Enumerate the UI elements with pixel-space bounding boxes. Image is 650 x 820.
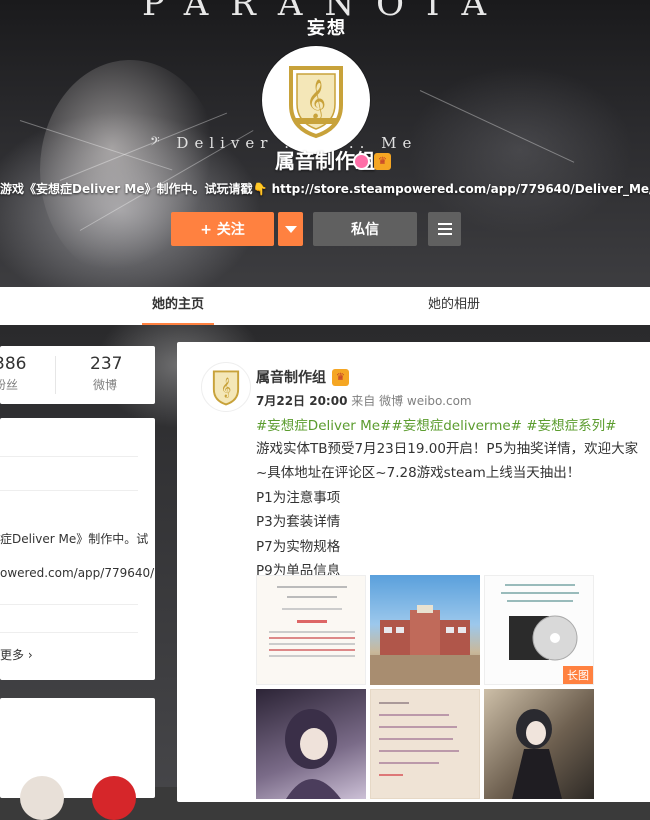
- follow-dropdown-button[interactable]: [278, 212, 303, 246]
- banner-logo-text: 妄想: [307, 18, 347, 39]
- topic-link[interactable]: #妄想症系列#: [526, 418, 616, 434]
- feed-post-card: 𝄞 属音制作组 ♛ 7月22日 20:00 来自 微博 weibo.com #妄…: [177, 342, 650, 802]
- message-button[interactable]: 私信: [313, 212, 417, 246]
- post-text-line: P1为注意事项: [256, 490, 341, 506]
- name-badges: ♛: [353, 153, 391, 170]
- source-prefix: 来自: [347, 394, 380, 408]
- notice-sheet-image: [269, 586, 355, 657]
- profile-avatar[interactable]: 𝄞: [262, 46, 370, 154]
- post-image-list[interactable]: [370, 689, 480, 799]
- profile-info-card: 症Deliver Me》制作中。试 owered.com/app/779640/…: [0, 418, 155, 680]
- long-image-badge: 长图: [563, 666, 593, 684]
- followed-card: [0, 698, 155, 820]
- post-meta: 7月22日 20:00 来自 微博 weibo.com: [256, 392, 472, 409]
- more-menu-button[interactable]: [428, 212, 461, 246]
- tab-home[interactable]: 她的主页: [142, 287, 214, 325]
- topic-link[interactable]: #妄想症Deliver Me#: [256, 418, 391, 434]
- school-building-image: [370, 605, 480, 685]
- post-image-character-1[interactable]: [256, 689, 366, 799]
- svg-text:𝄞: 𝄞: [306, 79, 326, 120]
- follow-button[interactable]: + 关注: [171, 212, 274, 246]
- post-text-line: P7为实物规格: [256, 539, 341, 555]
- divider: [0, 456, 138, 457]
- user-avatar[interactable]: [20, 776, 64, 820]
- divider: [0, 604, 138, 605]
- pink-badge-icon[interactable]: [353, 153, 370, 170]
- post-topics: #妄想症Deliver Me##妄想症deliverme# #妄想症系列#: [256, 414, 616, 434]
- crown-badge-icon[interactable]: ♛: [374, 153, 391, 170]
- post-author-name[interactable]: 属音制作组: [256, 367, 326, 387]
- posts-count[interactable]: 237: [90, 354, 122, 374]
- posts-label[interactable]: 微博: [93, 376, 117, 393]
- item-list-image: [379, 702, 459, 776]
- post-text-line: 游戏实体TB预受7月23日19.00开启！P5为抽奖详情，欢迎大家: [256, 441, 639, 457]
- profile-banner: PARANOIA 妄想 𝄢 Deliver ........ Me 𝄞 属音制作…: [0, 0, 650, 287]
- profile-description: 游戏《妄想症Deliver Me》制作中。试玩请戳👇 http://store.…: [0, 182, 650, 196]
- intro-link-line[interactable]: owered.com/app/779640/: [0, 566, 154, 580]
- stats-card: 386 粉丝 237 微博: [0, 346, 155, 404]
- followers-label[interactable]: 粉丝: [0, 376, 18, 393]
- post-text-line: P3为套装详情: [256, 514, 341, 530]
- stats-divider: [55, 356, 56, 394]
- post-image-school[interactable]: [370, 575, 480, 685]
- user-avatar[interactable]: [92, 776, 136, 820]
- tab-album[interactable]: 她的相册: [414, 287, 494, 325]
- post-image-notice[interactable]: [256, 575, 366, 685]
- character-art-image: [285, 709, 341, 799]
- svg-text:𝄞: 𝄞: [221, 378, 231, 398]
- post-author-avatar[interactable]: 𝄞: [201, 362, 251, 412]
- topic-link[interactable]: #妄想症deliverme#: [391, 418, 522, 434]
- post-time[interactable]: 7月22日 20:00: [256, 394, 347, 408]
- followers-count[interactable]: 386: [0, 354, 26, 374]
- post-text-line: ~具体地址在评论区~7.28游戏steam上线当天抽出！: [256, 465, 581, 481]
- intro-text-line: 症Deliver Me》制作中。试: [0, 532, 149, 546]
- post-source[interactable]: 微博 weibo.com: [379, 394, 472, 408]
- post-image-character-2[interactable]: [484, 689, 594, 799]
- divider: [0, 490, 138, 491]
- chevron-down-icon: [284, 225, 297, 233]
- crown-badge-icon[interactable]: ♛: [332, 369, 349, 386]
- menu-icon: [437, 223, 452, 235]
- profile-name: 属音制作组: [275, 149, 375, 173]
- divider: [0, 632, 138, 633]
- more-info-link[interactable]: 更多 ›: [0, 646, 33, 663]
- chevron-right-icon: ›: [27, 648, 33, 662]
- character-art-image: [512, 709, 562, 799]
- music-school-crest-icon: 𝄞: [289, 66, 343, 139]
- music-school-crest-icon: 𝄞: [212, 370, 240, 406]
- post-image-cd-case[interactable]: 长图: [484, 575, 594, 685]
- profile-tabs: 她的主页 她的相册: [0, 287, 650, 325]
